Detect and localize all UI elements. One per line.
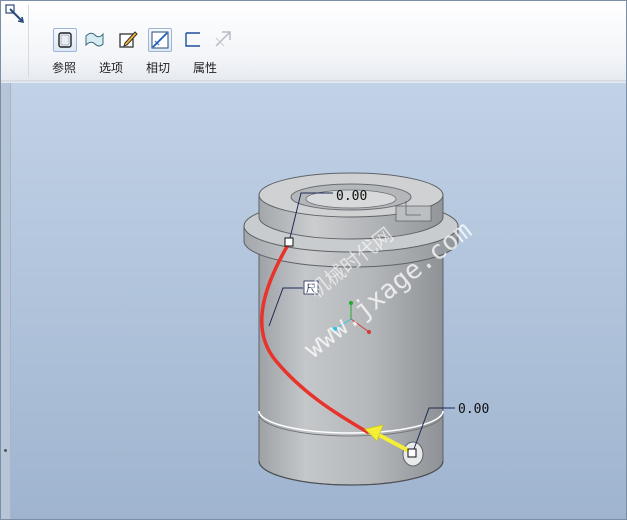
tab-reference[interactable]: 参照 (52, 59, 76, 76)
end-point-handle[interactable] (407, 448, 417, 458)
sketch-edit-icon (119, 31, 138, 48)
top-dimension-value[interactable]: 0.00 (336, 189, 367, 204)
disabled-tool-icon (215, 31, 231, 47)
dashboard-toolbar: 参照 选项 相切 属性 (1, 1, 626, 81)
toolbar-separator (28, 5, 29, 77)
bottom-dimension-value[interactable]: 0.00 (458, 402, 489, 417)
tab-properties[interactable]: 属性 (193, 59, 217, 76)
tab-tangent[interactable]: 相切 (146, 59, 170, 76)
corner-icon-button[interactable] (182, 28, 206, 52)
edit-icon-button[interactable] (117, 28, 141, 52)
app-window: 参照 选项 相切 属性 0.00 0.00 尺 www.jxage.com 机械… (0, 0, 627, 520)
tangent-icon (151, 31, 169, 49)
top-boss[interactable] (258, 172, 444, 240)
reference-icon-button[interactable] (53, 28, 77, 52)
start-point-handle[interactable] (284, 237, 294, 247)
options-icon-button[interactable] (83, 28, 107, 52)
tangent-icon-button[interactable] (148, 28, 172, 52)
options-icon (85, 32, 104, 47)
reference-icon (58, 32, 72, 48)
sweep-feature-icon (5, 4, 25, 24)
tab-options[interactable]: 选项 (99, 59, 123, 76)
disabled-tool-button[interactable] (212, 28, 236, 52)
corner-icon (185, 32, 200, 47)
model-canvas[interactable]: 0.00 0.00 尺 www.jxage.com 机械时代网 (1, 83, 626, 519)
